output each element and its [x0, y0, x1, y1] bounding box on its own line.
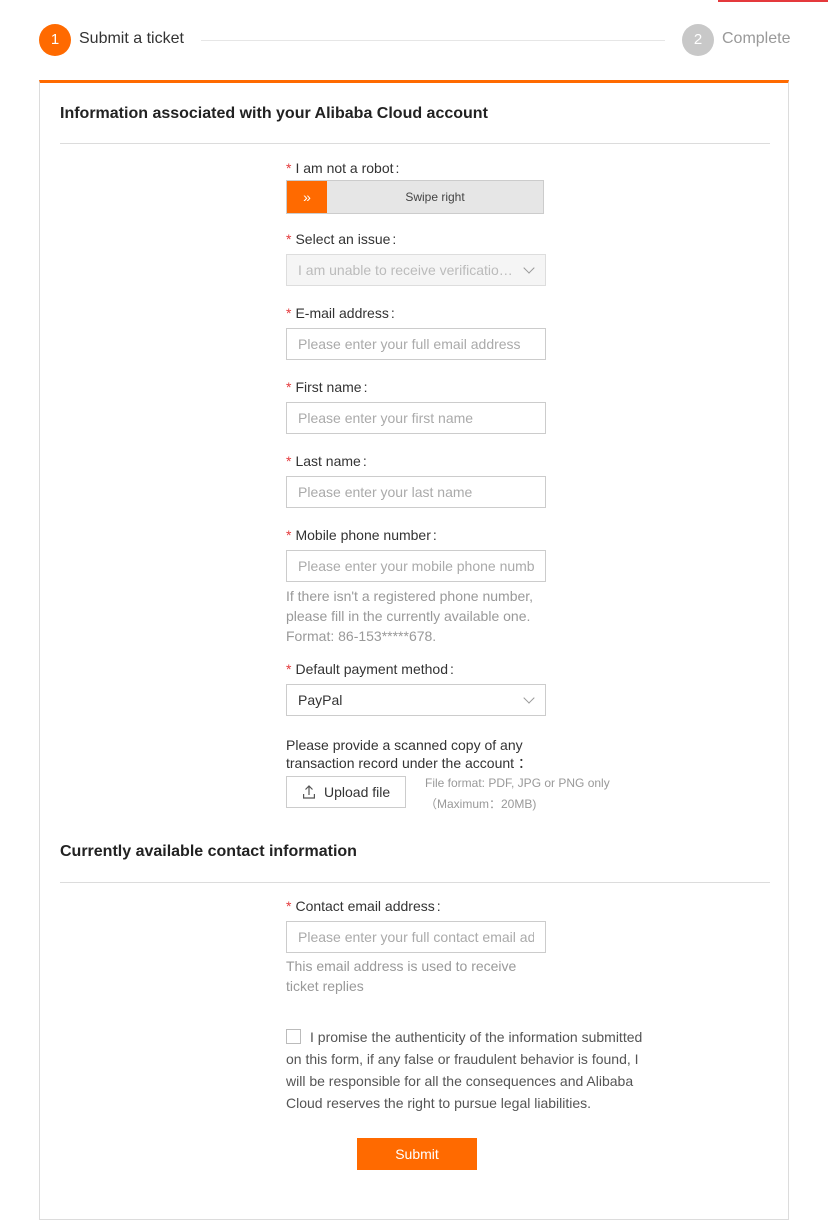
contact-email-hint: This email address is used to receive ti… [286, 958, 517, 994]
payment-label-text: Default payment method [295, 661, 448, 677]
upload-format-note: File format: PDF, JPG or PNG only [425, 776, 610, 790]
first-name-field[interactable] [286, 402, 546, 434]
robot-label-text: I am not a robot [295, 160, 394, 176]
required-mark: * [286, 527, 292, 543]
mobile-label-text: Mobile phone number [295, 527, 431, 543]
chevron-down-icon [523, 692, 535, 704]
step-connector [201, 40, 665, 41]
email-label: * E-mail address: [286, 305, 395, 321]
contact-email-field[interactable] [286, 921, 546, 953]
double-chevron-right-icon[interactable]: » [287, 181, 327, 213]
label-colon: : [362, 453, 367, 469]
chevron-down-icon [523, 262, 535, 274]
mobile-phone-field[interactable] [286, 550, 546, 582]
label-colon: : [432, 527, 437, 543]
required-mark: * [286, 898, 292, 914]
step-2-number: 2 [682, 24, 714, 56]
submit-button[interactable]: Submit [357, 1138, 477, 1170]
required-mark: * [286, 160, 292, 176]
label-colon: : [449, 661, 454, 677]
last-name-label-text: Last name [295, 453, 361, 469]
section-divider [60, 143, 770, 144]
upload-label: Please provide a scanned copy of any tra… [286, 737, 532, 771]
issue-label-text: Select an issue [295, 231, 391, 247]
upload-icon [303, 785, 315, 799]
required-mark: * [286, 231, 292, 247]
mobile-label: * Mobile phone number: [286, 527, 437, 543]
upload-size-note: （Maximum：20MB) [425, 797, 537, 811]
required-mark: * [286, 305, 292, 321]
section-account-title: Information associated with your Alibaba… [60, 105, 488, 122]
mobile-hint: If there isn't a registered phone number… [286, 588, 534, 644]
first-name-label: * First name: [286, 379, 367, 395]
step-1-label: Submit a ticket [79, 30, 184, 47]
email-field[interactable] [286, 328, 546, 360]
email-label-text: E-mail address [295, 305, 389, 321]
section-contact-title: Currently available contact information [60, 843, 357, 860]
authenticity-statement: I promise the authenticity of the inform… [286, 1029, 643, 1111]
payment-select-value: PayPal [298, 692, 343, 708]
issue-label: * Select an issue: [286, 231, 396, 247]
section-divider [60, 882, 770, 883]
issue-select[interactable]: I am unable to receive verification code… [286, 254, 546, 286]
ticket-form-card: Information associated with your Alibaba… [39, 80, 789, 1220]
label-colon: : [392, 231, 397, 247]
step-1-number: 1 [39, 24, 71, 56]
progress-stepper: 1 Submit a ticket 2 Complete [39, 24, 791, 56]
required-mark: * [286, 453, 292, 469]
first-name-label-text: First name [295, 379, 362, 395]
last-name-label: * Last name: [286, 453, 367, 469]
payment-label: * Default payment method: [286, 661, 454, 677]
label-colon: : [395, 160, 400, 176]
payment-method-select[interactable]: PayPal [286, 684, 546, 716]
required-mark: * [286, 379, 292, 395]
step-2-label: Complete [722, 30, 791, 47]
last-name-field[interactable] [286, 476, 546, 508]
swipe-instruction: Swipe right [405, 190, 465, 204]
contact-email-label-text: Contact email address [295, 898, 435, 914]
top-accent-bar [718, 0, 828, 2]
label-colon: : [436, 898, 441, 914]
issue-select-value: I am unable to receive verification code… [298, 262, 515, 278]
upload-button-label: Upload file [324, 784, 391, 800]
upload-file-button[interactable]: Upload file [286, 776, 406, 808]
robot-label: * I am not a robot: [286, 160, 399, 176]
required-mark: * [286, 661, 292, 677]
label-colon: : [390, 305, 395, 321]
label-colon: : [363, 379, 368, 395]
swipe-verification-slider[interactable]: » Swipe right [286, 180, 544, 214]
contact-email-label: * Contact email address: [286, 898, 441, 914]
